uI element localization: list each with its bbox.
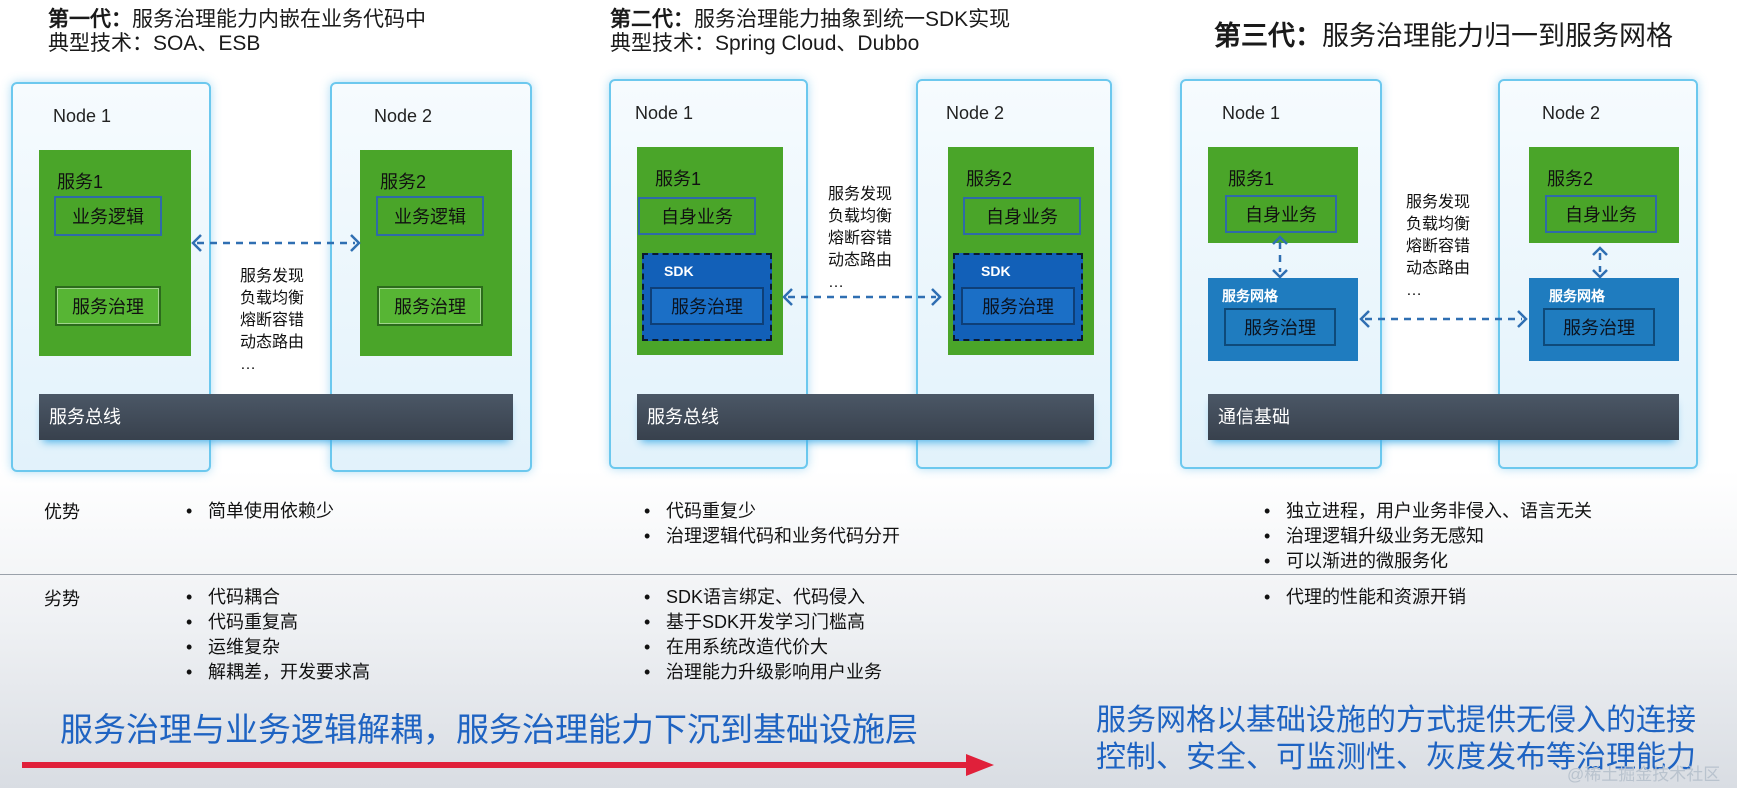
- progress-arrow-head: [966, 754, 994, 776]
- con-item: SDK语言绑定、代码侵入: [640, 585, 882, 610]
- gen2-pros-list: 代码重复少 治理逻辑代码和业务代码分开: [640, 499, 900, 549]
- con-item: 基于SDK开发学习门槛高: [640, 610, 882, 635]
- gen3-pros-list: 独立进程，用户业务非侵入、语言无关 治理逻辑升级业务无感知 可以渐进的微服务化: [1260, 499, 1592, 574]
- pro-item: 独立进程，用户业务非侵入、语言无关: [1260, 499, 1592, 524]
- watermark: @稀土掘金技术社区: [1567, 765, 1721, 784]
- con-item: 代理的性能和资源开销: [1260, 585, 1466, 610]
- pro-item: 简单使用依赖少: [182, 499, 334, 524]
- con-item: 在用系统改造代价大: [640, 635, 882, 660]
- footer-left-summary: 服务治理与业务逻辑解耦，服务治理能力下沉到基础设施层: [60, 711, 918, 748]
- gen3-cons-list: 代理的性能和资源开销: [1260, 585, 1466, 610]
- cons-row-label: 劣势: [44, 589, 80, 609]
- gen1-cons-list: 代码耦合 代码重复高 运维复杂 解耦差，开发要求高: [182, 585, 370, 685]
- con-item: 代码耦合: [182, 585, 370, 610]
- con-item: 运维复杂: [182, 635, 370, 660]
- footer-right-line1: 服务网格以基础设施的方式提供无侵入的连接: [1096, 704, 1696, 737]
- pro-item: 治理逻辑升级业务无感知: [1260, 524, 1592, 549]
- pro-item: 可以渐进的微服务化: [1260, 549, 1592, 574]
- pros-cons-divider: [0, 574, 1737, 575]
- gen1-pros-list: 简单使用依赖少: [182, 499, 334, 524]
- pros-row-label: 优势: [44, 502, 80, 522]
- gen2-cons-list: SDK语言绑定、代码侵入 基于SDK开发学习门槛高 在用系统改造代价大 治理能力…: [640, 585, 882, 685]
- pro-item: 治理逻辑代码和业务代码分开: [640, 524, 900, 549]
- con-item: 治理能力升级影响用户业务: [640, 660, 882, 685]
- con-item: 代码重复高: [182, 610, 370, 635]
- con-item: 解耦差，开发要求高: [182, 660, 370, 685]
- pro-item: 代码重复少: [640, 499, 900, 524]
